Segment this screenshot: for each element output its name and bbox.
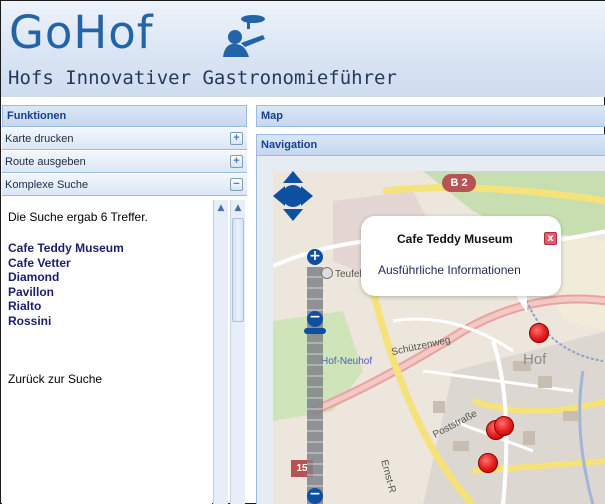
zoom-bar[interactable] xyxy=(307,267,323,504)
panel-header-functions: Funktionen xyxy=(2,105,247,127)
result-item[interactable]: Pavillon xyxy=(8,285,124,300)
accordion-complex-search-label: Komplexe Suche xyxy=(5,179,89,191)
result-item[interactable]: Cafe Vetter xyxy=(8,256,124,271)
expand-icon[interactable]: + xyxy=(230,155,243,168)
app-header: GoHof Hofs Innovativer Gastronomieführer xyxy=(1,1,605,97)
result-item[interactable]: Rossini xyxy=(8,314,124,329)
map-frame: B 2 15 Teufelsl Hof-Neuhof Schützenweg H… xyxy=(256,156,605,504)
panel-header-map: Map xyxy=(256,105,605,127)
results-list: Cafe Teddy Museum Cafe Vetter Diamond Pa… xyxy=(8,241,124,329)
search-results-panel: Die Suche ergab 6 Treffer. Cafe Teddy Mu… xyxy=(2,200,212,504)
map-marker[interactable] xyxy=(494,416,514,436)
collapse-icon[interactable]: − xyxy=(230,178,243,191)
waiter-logo-icon xyxy=(223,15,265,57)
panel-header-navigation: Navigation xyxy=(256,134,605,156)
expand-icon[interactable]: + xyxy=(230,132,243,145)
zoom-in-button[interactable]: + xyxy=(307,249,323,265)
accordion-print-map-label: Karte drucken xyxy=(5,133,74,145)
result-item[interactable]: Cafe Teddy Museum xyxy=(8,241,124,256)
world-view-icon[interactable] xyxy=(321,267,333,279)
road-shield-b2: B 2 xyxy=(442,174,476,192)
accordion-route-label: Route ausgeben xyxy=(5,156,86,168)
results-summary: Die Suche ergab 6 Treffer. xyxy=(8,210,148,224)
close-icon[interactable]: x xyxy=(544,232,557,245)
outer-scrollbar[interactable]: ▲ xyxy=(230,200,245,504)
app-logo-text: GoHof xyxy=(9,6,154,59)
zoom-slider-handle[interactable] xyxy=(304,328,326,334)
map-marker[interactable] xyxy=(529,323,549,343)
accordion-print-map[interactable]: Karte drucken + xyxy=(2,128,247,150)
popup-title: Cafe Teddy Museum xyxy=(397,232,513,246)
scroll-up-icon[interactable]: ▲ xyxy=(232,202,244,214)
map-label-hof: Hof xyxy=(523,351,547,368)
map-label-hof-neuhof: Hof-Neuhof xyxy=(321,356,373,367)
scrollbar-thumb[interactable] xyxy=(232,218,244,322)
app-subtitle: Hofs Innovativer Gastronomieführer xyxy=(8,67,397,89)
back-to-search-link[interactable]: Zurück zur Suche xyxy=(8,372,102,386)
zoom-out-button[interactable]: − xyxy=(307,310,323,327)
accordion-complex-search[interactable]: Komplexe Suche − xyxy=(2,174,247,196)
zoom-out-bottom-button[interactable]: − xyxy=(307,487,323,504)
map-popup: Cafe Teddy Museum x Ausführliche Informa… xyxy=(361,216,561,296)
accordion-route[interactable]: Route ausgeben + xyxy=(2,151,247,173)
scroll-up-icon[interactable]: ▲ xyxy=(215,202,227,214)
result-item[interactable]: Rialto xyxy=(8,299,124,314)
results-scrollbar[interactable]: ▲ xyxy=(213,200,228,504)
popup-details-link[interactable]: Ausführliche Informationen xyxy=(378,263,521,277)
pan-control-icon[interactable] xyxy=(273,171,313,221)
result-item[interactable]: Diamond xyxy=(8,270,124,285)
map-marker[interactable] xyxy=(478,453,498,473)
map-view[interactable]: B 2 15 Teufelsl Hof-Neuhof Schützenweg H… xyxy=(273,171,605,504)
